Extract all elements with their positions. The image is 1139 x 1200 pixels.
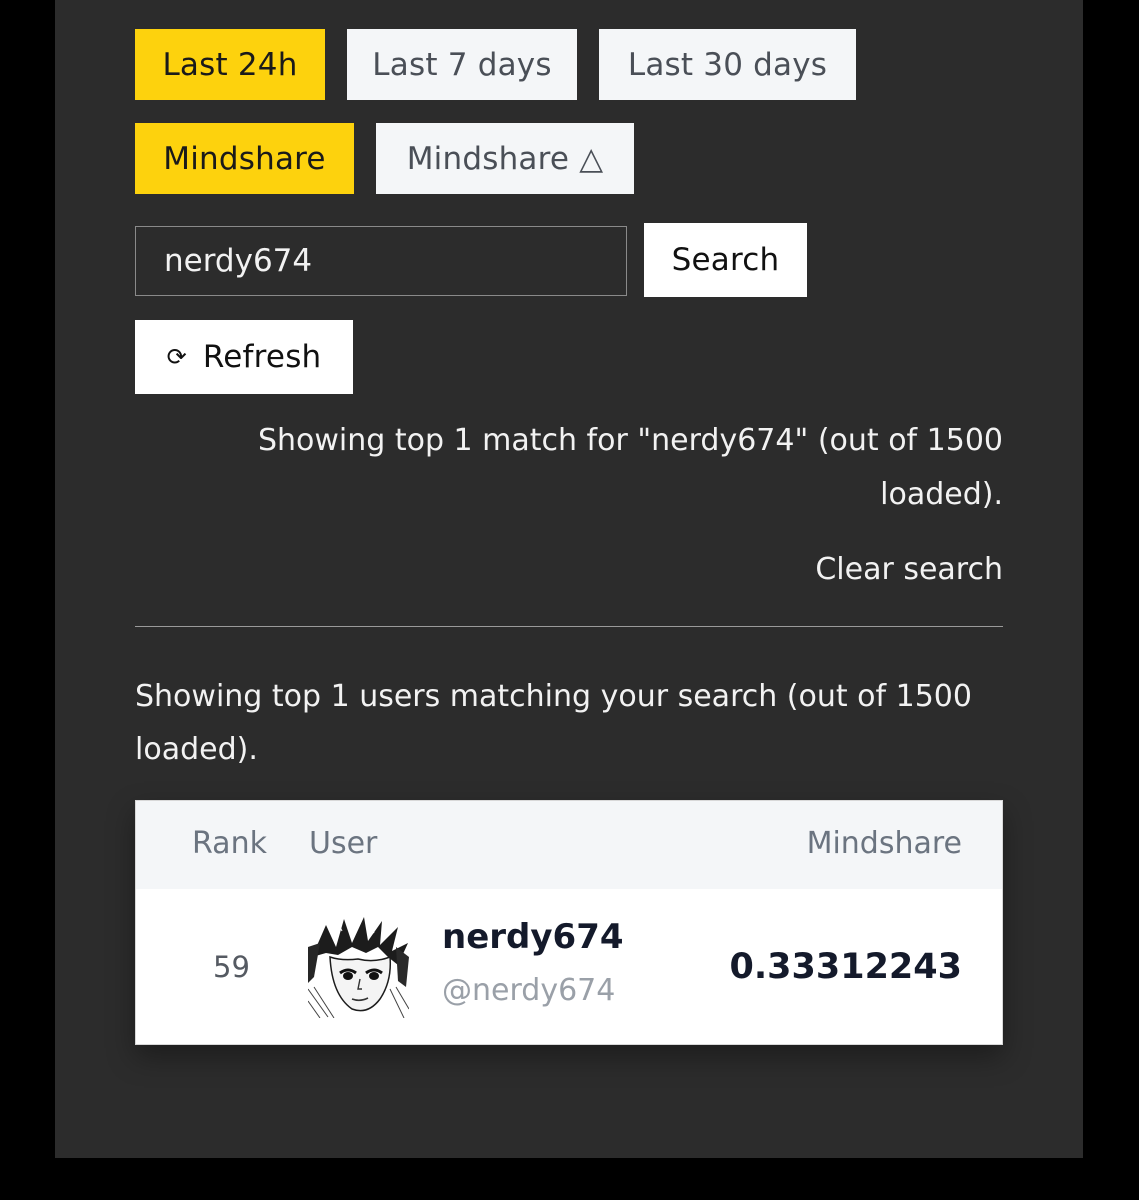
leaderboard-panel: Last 24h Last 7 days Last 30 days Mindsh… <box>55 0 1083 1158</box>
search-input[interactable] <box>135 226 627 296</box>
metric-mindshare-button[interactable]: Mindshare <box>135 123 354 194</box>
column-header-mindshare[interactable]: Mindshare <box>807 801 962 887</box>
divider <box>135 626 1003 627</box>
row-mindshare-value: 0.33312243 <box>729 947 962 987</box>
clear-search-link[interactable]: Clear search <box>815 545 1003 595</box>
refresh-button[interactable]: ⟳ Refresh <box>135 320 353 394</box>
filter-last-24h-button[interactable]: Last 24h <box>135 29 325 100</box>
filter-last-30-days-button[interactable]: Last 30 days <box>599 29 856 100</box>
results-table: Rank User Mindshare 59 nerdy674 @nerdy67… <box>135 800 1003 1045</box>
user-display-name[interactable]: nerdy674 <box>442 909 624 965</box>
table-header: Rank User Mindshare <box>136 801 1002 889</box>
column-header-user: User <box>309 826 378 861</box>
search-button[interactable]: Search <box>644 223 807 297</box>
refresh-label: Refresh <box>202 339 322 375</box>
filter-last-7-days-button[interactable]: Last 7 days <box>347 29 577 100</box>
results-summary: Showing top 1 users matching your search… <box>135 679 972 767</box>
table-row[interactable]: 59 nerdy674 @nerdy674 0.33312243 <box>136 889 1002 1045</box>
column-header-rank: Rank <box>192 826 267 861</box>
refresh-icon: ⟳ <box>166 343 187 371</box>
user-handle: @nerdy674 <box>442 973 616 1008</box>
search-match-status: Showing top 1 match for "nerdy674" (out … <box>257 423 1003 458</box>
manga-avatar-image <box>308 917 409 1018</box>
metric-mindshare-delta-button[interactable]: Mindshare △ <box>376 123 634 194</box>
avatar[interactable] <box>308 917 409 1018</box>
search-match-status-cont: loaded). <box>880 477 1003 512</box>
row-rank: 59 <box>213 950 250 984</box>
